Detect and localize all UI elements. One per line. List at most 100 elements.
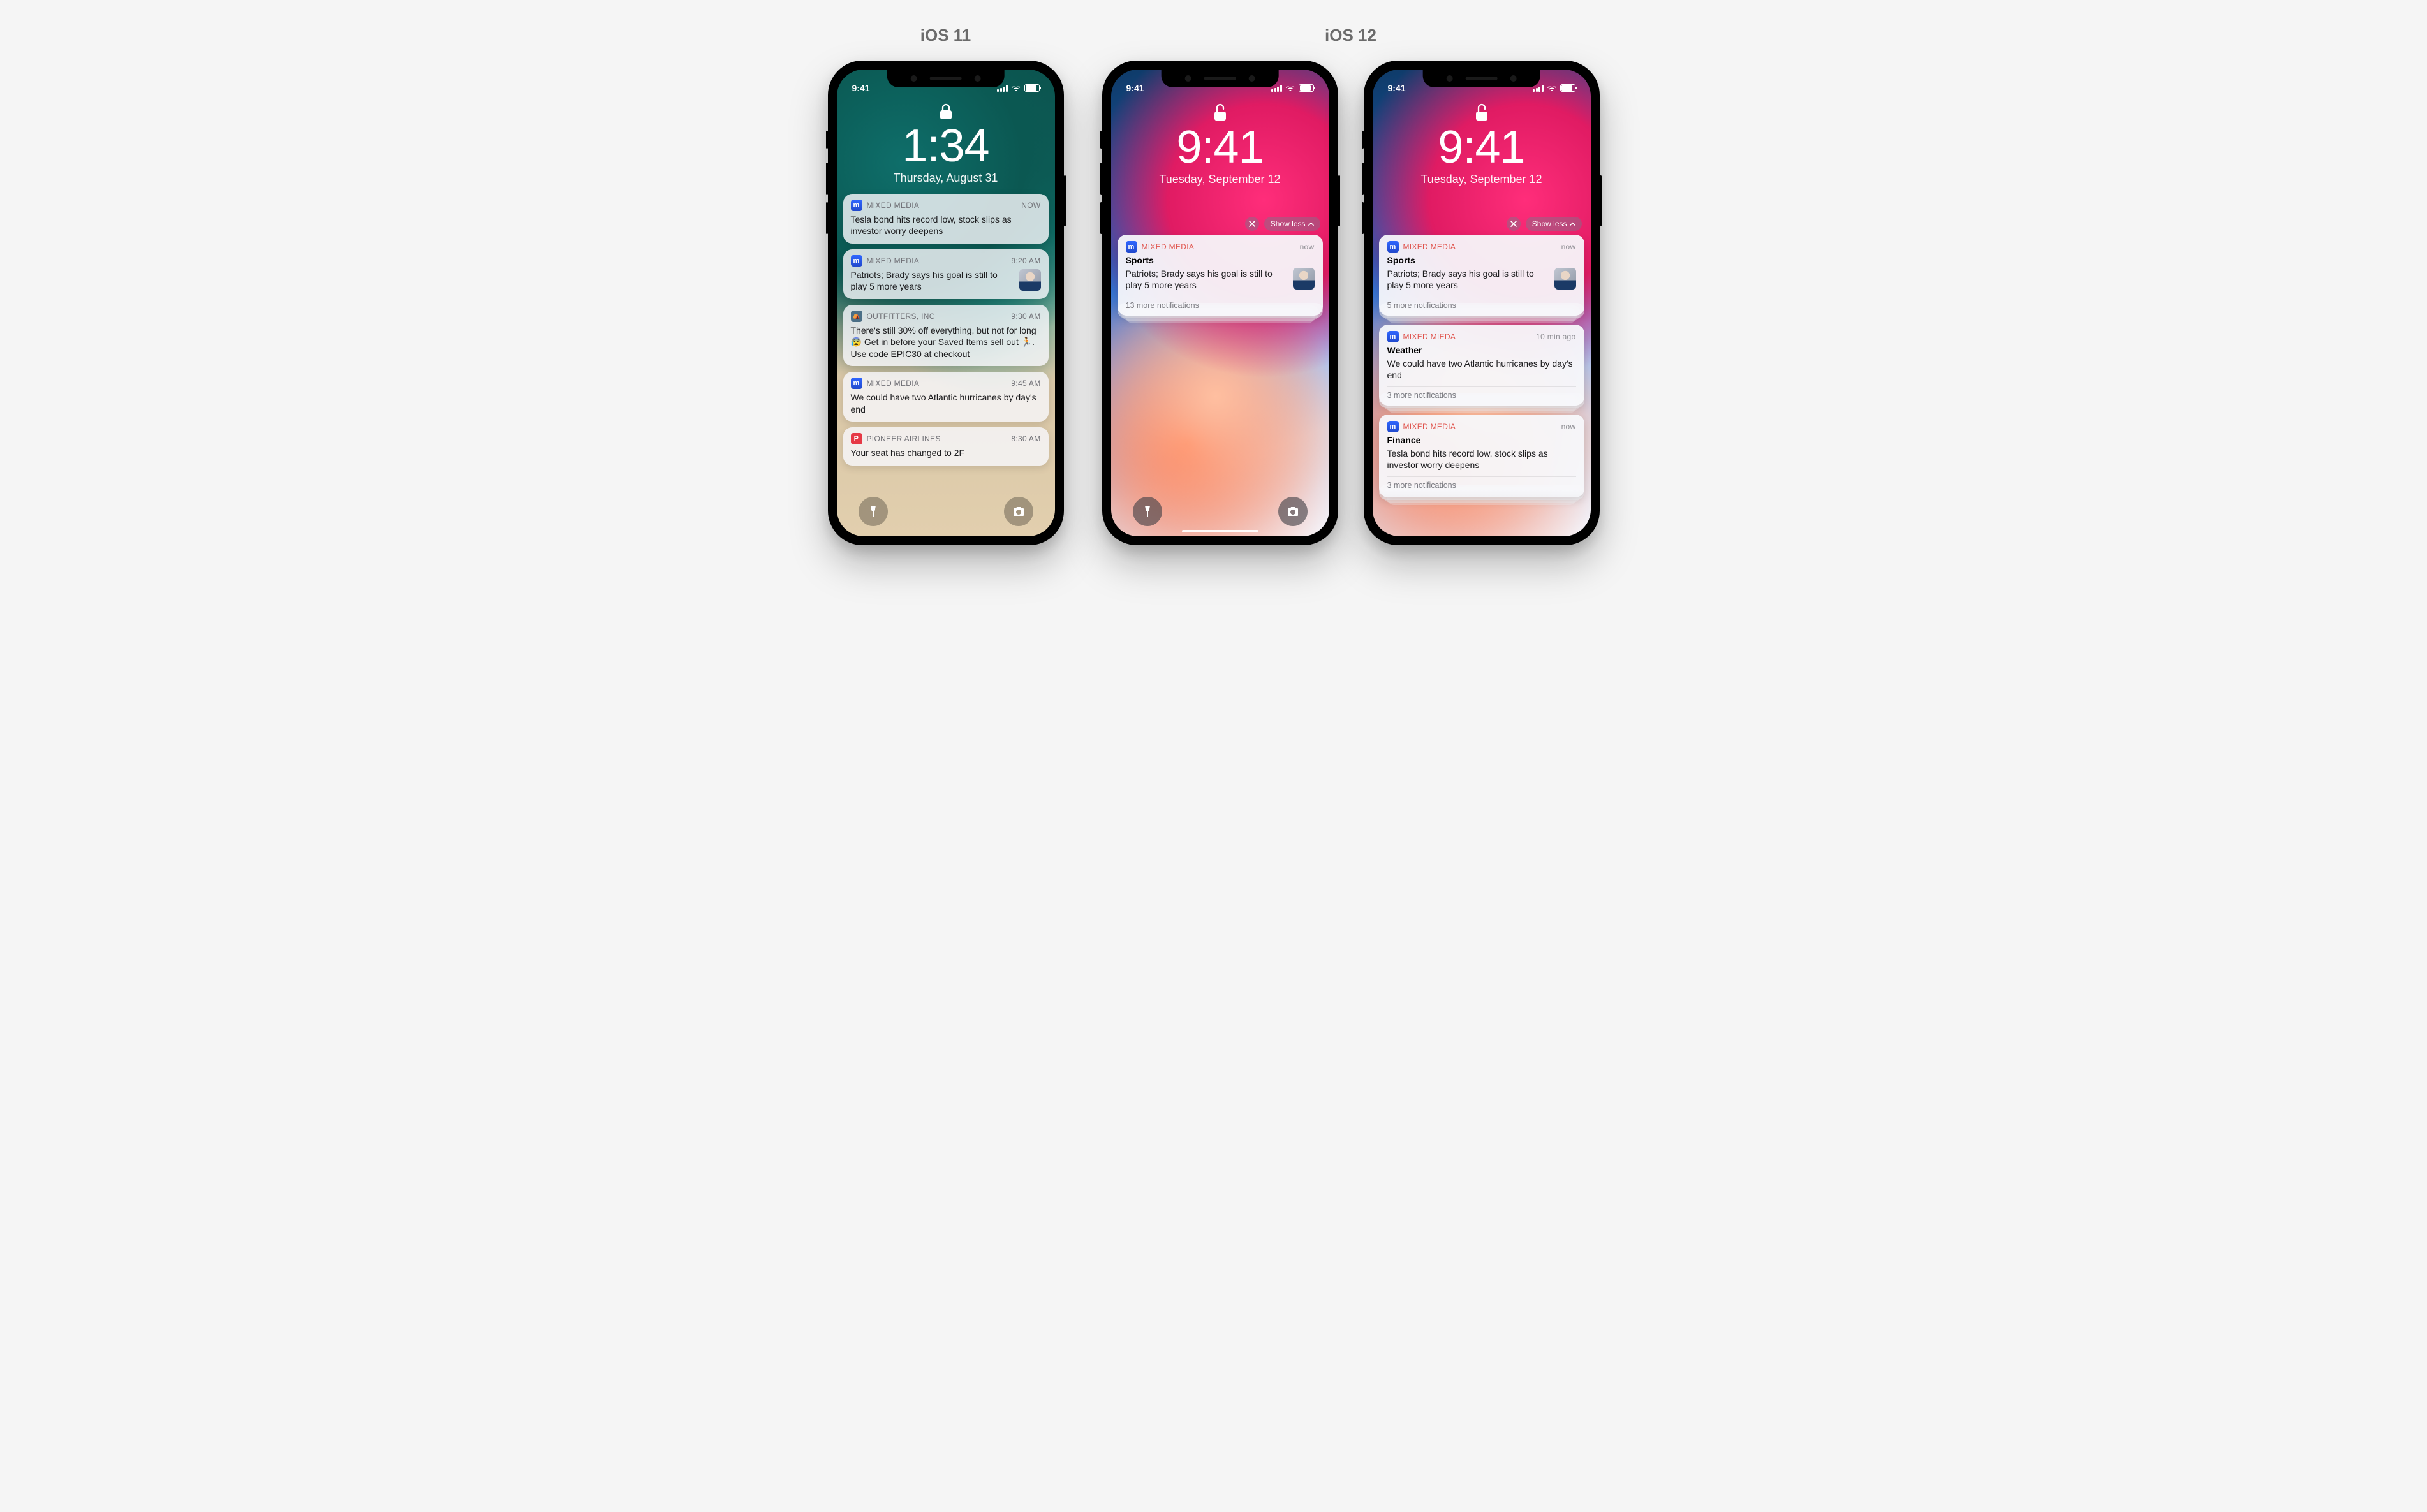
app-icon xyxy=(1387,331,1399,342)
show-less-button[interactable]: Show less xyxy=(1264,217,1320,231)
status-time: 9:41 xyxy=(1126,83,1144,93)
lock-time: 9:41 xyxy=(1111,124,1329,170)
status-time: 9:41 xyxy=(852,83,870,93)
lockscreen-ios12-b: 9:41 9:41 Tuesday, Septembe xyxy=(1373,70,1591,536)
notification-body: There's still 30% off everything, but no… xyxy=(851,325,1041,360)
app-name: PIONEER AIRLINES xyxy=(867,434,941,443)
show-less-label: Show less xyxy=(1532,219,1567,228)
notification-thumbnail xyxy=(1554,268,1576,290)
app-icon xyxy=(1387,421,1399,432)
more-notifications-link[interactable]: 3 more notifications xyxy=(1387,476,1576,490)
close-icon xyxy=(1510,221,1517,227)
notification-body: Patriots; Brady says his goal is still t… xyxy=(1387,268,1549,291)
notification-list: Show less MIXED MEDIA now xyxy=(1373,186,1591,497)
battery-icon xyxy=(1560,84,1575,92)
app-name: OUTFITTERS, INC xyxy=(867,312,935,321)
chevron-up-icon xyxy=(1570,221,1575,227)
app-name: MIXED MEDIA xyxy=(867,256,920,265)
chevron-up-icon xyxy=(1308,221,1314,227)
show-less-button[interactable]: Show less xyxy=(1526,217,1582,231)
notification-body: We could have two Atlantic hurricanes by… xyxy=(1387,358,1576,381)
battery-icon xyxy=(1024,84,1040,92)
notification-list: Show less MIXED MEDIA now xyxy=(1111,186,1329,316)
heading-ios11: iOS 11 xyxy=(828,26,1064,45)
app-name: MIXED MEDIA xyxy=(1403,422,1456,431)
dismiss-group-button[interactable] xyxy=(1507,217,1521,231)
lock-date: Thursday, August 31 xyxy=(837,172,1055,185)
column-ios11: iOS 11 9:41 xyxy=(828,26,1064,545)
battery-icon xyxy=(1299,84,1314,92)
app-name: MIXED MEDIA xyxy=(1403,242,1456,251)
app-name: MIXED MEDIA xyxy=(1142,242,1195,251)
notification-body: Your seat has changed to 2F xyxy=(851,447,965,459)
more-notifications-link[interactable]: 5 more notifications xyxy=(1387,297,1576,310)
close-icon xyxy=(1249,221,1255,227)
notification-body: We could have two Atlantic hurricanes by… xyxy=(851,392,1041,415)
notification-title: Sports xyxy=(1387,255,1576,265)
notification-time: now xyxy=(1561,422,1576,431)
column-ios12: iOS 12 9:41 xyxy=(1102,26,1600,545)
app-name: MIXED MEDIA xyxy=(867,379,920,388)
lock-date: Tuesday, September 12 xyxy=(1373,173,1591,186)
camera-button[interactable] xyxy=(1278,497,1308,526)
notification-title: Weather xyxy=(1387,345,1576,355)
app-icon xyxy=(851,255,862,267)
iphone-frame-3: 9:41 9:41 Tuesday, Septembe xyxy=(1364,61,1600,545)
wifi-icon xyxy=(1547,84,1557,92)
notification-time: NOW xyxy=(1021,201,1040,210)
status-time: 9:41 xyxy=(1388,83,1406,93)
lock-closed-icon xyxy=(939,103,953,121)
notification-stack[interactable]: MIXED MIEDA 10 min ago Weather We could … xyxy=(1379,325,1584,406)
wifi-icon xyxy=(1285,84,1295,92)
lockscreen-ios11: 9:41 1:34 Thursday, August 31 xyxy=(837,70,1055,536)
show-less-label: Show less xyxy=(1271,219,1306,228)
lock-open-icon xyxy=(1213,103,1227,122)
notification-body: Tesla bond hits record low, stock slips … xyxy=(1387,448,1576,471)
notification-thumbnail xyxy=(1019,269,1041,291)
notification-time: 10 min ago xyxy=(1536,332,1575,341)
notification-time: 9:30 AM xyxy=(1011,312,1040,321)
notch xyxy=(887,70,1005,87)
quick-actions xyxy=(837,497,1055,526)
more-notifications-link[interactable]: 3 more notifications xyxy=(1387,386,1576,400)
notification-card[interactable]: MIXED MEDIA 9:45 AM We could have two At… xyxy=(843,372,1049,422)
notification-title: Sports xyxy=(1126,255,1315,265)
lock-open-icon xyxy=(1475,103,1489,122)
camera-button[interactable] xyxy=(1004,497,1033,526)
app-icon xyxy=(851,378,862,389)
notification-title: Finance xyxy=(1387,435,1576,445)
notification-time: now xyxy=(1561,242,1576,251)
notch xyxy=(1161,70,1279,87)
app-icon xyxy=(851,200,862,211)
notification-stack[interactable]: MIXED MEDIA now Sports Patriots; Brady s… xyxy=(1379,235,1584,316)
flashlight-button[interactable] xyxy=(1133,497,1162,526)
wifi-icon xyxy=(1011,84,1021,92)
home-indicator[interactable] xyxy=(1182,530,1258,532)
iphone-frame-1: 9:41 1:34 Thursday, August 31 xyxy=(828,61,1064,545)
more-notifications-link[interactable]: 13 more notifications xyxy=(1126,297,1315,310)
lock-time: 1:34 xyxy=(837,123,1055,169)
heading-ios12: iOS 12 xyxy=(1102,26,1600,45)
app-name: MIXED MEDIA xyxy=(867,201,920,210)
notification-time: 9:45 AM xyxy=(1011,379,1040,388)
notification-thumbnail xyxy=(1293,268,1315,290)
notification-time: now xyxy=(1300,242,1315,251)
notification-body: Patriots; Brady says his goal is still t… xyxy=(1126,268,1288,291)
notification-body: Patriots; Brady says his goal is still t… xyxy=(851,269,1014,293)
dismiss-group-button[interactable] xyxy=(1245,217,1259,231)
flashlight-button[interactable] xyxy=(859,497,888,526)
notification-card[interactable]: MIXED MEDIA NOW Tesla bond hits record l… xyxy=(843,194,1049,244)
lock-time: 9:41 xyxy=(1373,124,1591,170)
notification-card[interactable]: PIONEER AIRLINES 8:30 AM Your seat has c… xyxy=(843,427,1049,465)
app-icon xyxy=(851,433,862,444)
notification-body: Tesla bond hits record low, stock slips … xyxy=(851,214,1041,237)
notification-list: MIXED MEDIA NOW Tesla bond hits record l… xyxy=(837,185,1055,466)
lockscreen-ios12-a: 9:41 9:41 Tuesday, Septembe xyxy=(1111,70,1329,536)
iphone-frame-2: 9:41 9:41 Tuesday, Septembe xyxy=(1102,61,1338,545)
notification-stack[interactable]: MIXED MEDIA now Sports Patriots; Brady s… xyxy=(1118,235,1323,316)
notification-time: 9:20 AM xyxy=(1011,256,1040,265)
notification-card[interactable]: MIXED MEDIA 9:20 AM Patriots; Brady says… xyxy=(843,249,1049,299)
notification-stack[interactable]: MIXED MEDIA now Finance Tesla bond hits … xyxy=(1379,415,1584,497)
notification-card[interactable]: OUTFITTERS, INC 9:30 AM There's still 30… xyxy=(843,305,1049,366)
notification-time: 8:30 AM xyxy=(1011,434,1040,443)
